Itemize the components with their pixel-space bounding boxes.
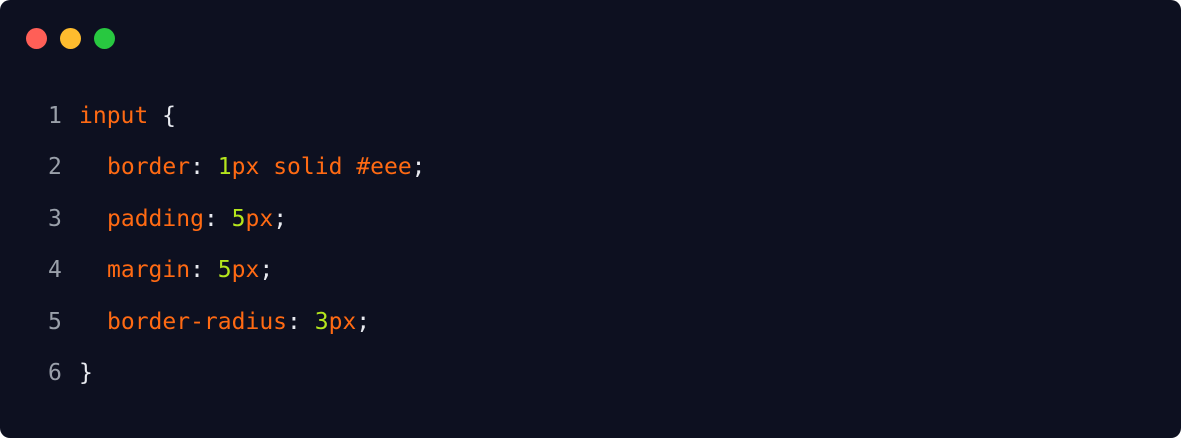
line-number: 1 bbox=[48, 103, 62, 129]
code-token-number: 5 bbox=[217, 257, 232, 284]
window-controls bbox=[26, 28, 115, 49]
code-token-punctuation: ; bbox=[356, 308, 371, 335]
code-line: 6} bbox=[48, 348, 426, 399]
code-token-punctuation: : bbox=[203, 205, 232, 232]
line-number: 4 bbox=[48, 257, 62, 284]
code-token-keyword: border-radius bbox=[107, 308, 288, 335]
code-token-keyword: px bbox=[328, 308, 357, 335]
code-token-keyword: px bbox=[245, 205, 274, 232]
code-line: 1 input { bbox=[48, 91, 426, 142]
minimize-dot[interactable] bbox=[60, 28, 81, 49]
code-token-punctuation: } bbox=[79, 359, 93, 386]
code-token-keyword: border bbox=[107, 154, 191, 181]
code-token-punctuation: : bbox=[190, 257, 218, 284]
code-token-number: 5 bbox=[231, 205, 246, 232]
line-number: 6 bbox=[48, 359, 62, 386]
code-token-punctuation: ; bbox=[273, 205, 288, 232]
close-dot[interactable] bbox=[26, 28, 47, 49]
line-number: 3 bbox=[48, 205, 62, 232]
code-token-keyword: margin bbox=[107, 257, 191, 284]
code-block: 1 input {2 border: 1 px solid #eee; 3 padding… bbox=[48, 91, 426, 399]
code-token-punctuation: : bbox=[287, 308, 315, 335]
line-number: 5 bbox=[48, 308, 62, 335]
line-number: 2 bbox=[48, 154, 62, 181]
code-token-punctuation bbox=[148, 91, 162, 142]
code-token-keyword: input bbox=[79, 103, 149, 129]
code-line: 4 margin: 5 px; bbox=[48, 245, 426, 296]
code-token-punctuation: ; bbox=[259, 257, 274, 284]
code-line: 3 padding: 5 px; bbox=[48, 194, 426, 245]
code-window: 1 input {2 border: 1 px solid #eee; 3 padding… bbox=[0, 0, 1181, 438]
code-token-keyword: px bbox=[231, 257, 260, 284]
code-line: 5 border-radius: 3 px; bbox=[48, 297, 426, 348]
code-token-number: 3 bbox=[314, 308, 329, 335]
code-token-keyword: px solid #eee bbox=[231, 154, 412, 181]
code-token-number: 1 bbox=[217, 154, 232, 181]
maximize-dot[interactable] bbox=[94, 28, 115, 49]
code-line: 2 border: 1 px solid #eee; bbox=[48, 142, 426, 193]
code-token-punctuation: { bbox=[162, 103, 176, 129]
code-token-punctuation: ; bbox=[411, 154, 426, 181]
code-token-punctuation: : bbox=[190, 154, 218, 181]
code-token-keyword: padding bbox=[107, 205, 204, 232]
